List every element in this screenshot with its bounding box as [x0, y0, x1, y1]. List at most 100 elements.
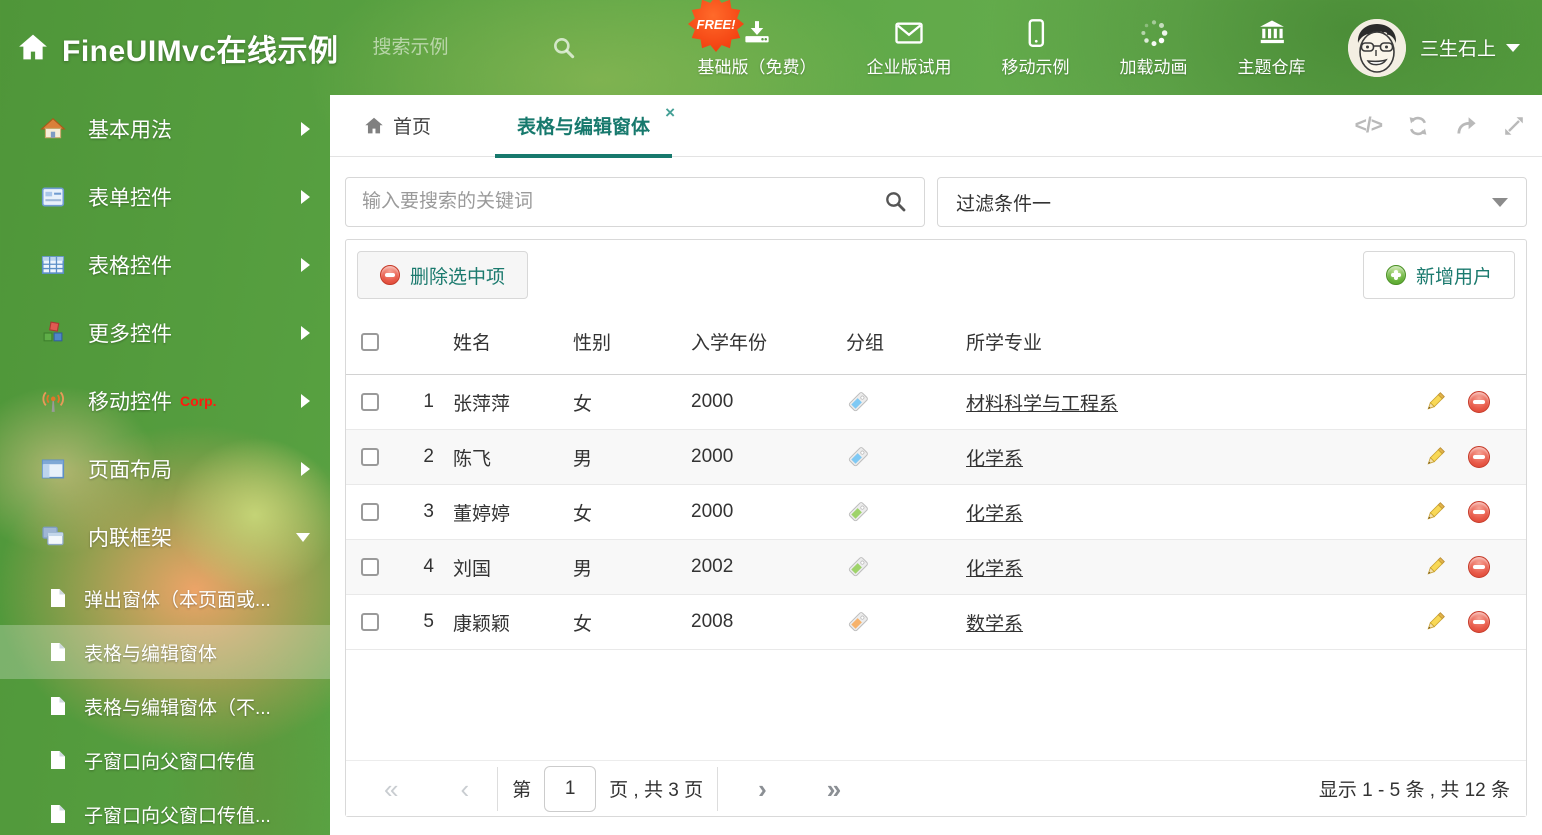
- row-year: 2000: [691, 446, 734, 467]
- sidebar-item-more-controls[interactable]: 更多控件: [0, 299, 330, 367]
- avatar: [1347, 18, 1406, 77]
- pagination-bar: « ‹ 第 页 , 共 3 页 › » 显示 1 - 5 条 , 共 12 条: [346, 760, 1526, 816]
- row-checkbox[interactable]: [361, 503, 379, 521]
- header-search-input[interactable]: [372, 36, 523, 59]
- add-user-button[interactable]: 新增用户: [1362, 251, 1515, 299]
- first-page-icon[interactable]: «: [384, 776, 398, 802]
- edit-pencil-icon[interactable]: [1423, 500, 1447, 524]
- share-icon[interactable]: [1454, 114, 1478, 138]
- major-link[interactable]: 数学系: [966, 609, 1023, 636]
- sidebar-item-page-layout[interactable]: 页面布局: [0, 435, 330, 503]
- plus-circle-icon: [1385, 265, 1406, 285]
- header-nav: 基础版（免费） 企业版试用 移动示例 加载动画 主题仓库: [673, 18, 1331, 78]
- major-link[interactable]: 化学系: [966, 499, 1023, 526]
- delete-row-icon[interactable]: [1468, 501, 1490, 523]
- col-name[interactable]: 姓名: [434, 328, 573, 355]
- brand[interactable]: FineUIMvc在线示例: [16, 26, 339, 70]
- tag-icon: [848, 447, 868, 467]
- sidebar-item-basic-usage[interactable]: 基本用法: [0, 95, 330, 163]
- sidebar-subitem-popup-window[interactable]: 弹出窗体（本页面或...: [0, 571, 330, 625]
- row-year: 2000: [691, 501, 734, 522]
- sidebar-subitem-child-to-parent[interactable]: 子窗口向父窗口传值: [0, 733, 330, 787]
- tab-bar: 首页 表格与编辑窗体 × </>: [330, 95, 1542, 158]
- sidebar-subitem-grid-edit-window-2[interactable]: 表格与编辑窗体（不...: [0, 679, 330, 733]
- row-index: 3: [423, 501, 434, 522]
- row-name: 张萍萍: [453, 393, 511, 415]
- refresh-icon[interactable]: [1406, 114, 1430, 138]
- major-link[interactable]: 材料科学与工程系: [966, 389, 1118, 416]
- home-icon: [19, 34, 47, 59]
- edit-pencil-icon[interactable]: [1423, 390, 1447, 414]
- row-index: 5: [423, 611, 434, 632]
- row-checkbox[interactable]: [361, 448, 379, 466]
- row-checkbox[interactable]: [361, 613, 379, 631]
- form-icon: [41, 187, 65, 207]
- next-page-icon[interactable]: ›: [758, 776, 767, 802]
- nav-loading-animation[interactable]: 加载动画: [1095, 18, 1213, 78]
- last-page-icon[interactable]: »: [827, 776, 841, 802]
- col-major[interactable]: 所学专业: [964, 328, 1423, 355]
- delete-row-icon[interactable]: [1468, 391, 1490, 413]
- download-icon: [745, 20, 769, 42]
- divider: [717, 766, 719, 811]
- select-all-checkbox[interactable]: [361, 332, 379, 351]
- user-menu[interactable]: 三生石上: [1347, 18, 1520, 77]
- row-name: 董婷婷: [453, 503, 511, 525]
- app-title: FineUIMvc在线示例: [62, 34, 339, 68]
- row-checkbox[interactable]: [361, 558, 379, 576]
- search-icon[interactable]: [551, 35, 577, 61]
- edit-pencil-icon[interactable]: [1423, 610, 1447, 634]
- filter-dropdown[interactable]: 过滤条件一: [937, 177, 1527, 227]
- tag-icon: [848, 557, 868, 577]
- chevron-right-icon: [301, 258, 310, 272]
- nav-mobile-demo[interactable]: 移动示例: [977, 18, 1095, 78]
- table-header: 姓名 性别 入学年份 分组 所学专业: [346, 309, 1526, 375]
- col-gender[interactable]: 性别: [573, 328, 691, 355]
- delete-row-icon[interactable]: [1468, 446, 1490, 468]
- sidebar-item-form-controls[interactable]: 表单控件: [0, 163, 330, 231]
- nav-enterprise-trial[interactable]: 企业版试用: [842, 18, 977, 78]
- view-source-icon[interactable]: </>: [1355, 114, 1383, 138]
- row-index: 1: [423, 391, 434, 412]
- keyword-search-input[interactable]: [362, 191, 884, 213]
- tab-home[interactable]: 首页: [363, 112, 431, 139]
- active-tab-indicator: [495, 153, 673, 158]
- sidebar-item-grid-controls[interactable]: 表格控件: [0, 231, 330, 299]
- page-number-input[interactable]: [544, 765, 597, 812]
- row-year: 2008: [691, 611, 734, 632]
- user-name: 三生石上: [1419, 39, 1496, 60]
- page-icon: [51, 805, 65, 823]
- sidebar-subitem-child-to-parent-2[interactable]: 子窗口向父窗口传值...: [0, 787, 330, 835]
- edit-pencil-icon[interactable]: [1423, 445, 1447, 469]
- chevron-down-icon: [1492, 197, 1508, 207]
- table-row: 5 康颖颖 女 2008 数学系: [346, 595, 1526, 650]
- major-link[interactable]: 化学系: [966, 444, 1023, 471]
- antenna-icon: [42, 391, 64, 412]
- home-icon: [365, 117, 383, 133]
- edit-pencil-icon[interactable]: [1423, 555, 1447, 579]
- col-group[interactable]: 分组: [846, 328, 964, 355]
- row-gender: 男: [573, 558, 593, 580]
- grid-toolbar: 删除选中项 新增用户: [346, 240, 1526, 309]
- spinner-icon: [1140, 19, 1167, 46]
- prev-page-icon[interactable]: ‹: [460, 776, 469, 802]
- sidebar-item-iframe[interactable]: 内联框架: [0, 503, 330, 571]
- nav-theme-repo[interactable]: 主题仓库: [1213, 18, 1331, 78]
- delete-selected-button[interactable]: 删除选中项: [357, 251, 529, 299]
- delete-row-icon[interactable]: [1468, 611, 1490, 633]
- sidebar: 基本用法 表单控件 表格控件 更多控件 移动控件 Corp. 页面布局 内联框架…: [0, 95, 330, 835]
- keyword-search-box: [345, 177, 925, 227]
- sidebar-item-mobile-controls[interactable]: 移动控件 Corp.: [0, 367, 330, 435]
- sidebar-subitem-grid-edit-window[interactable]: 表格与编辑窗体: [0, 625, 330, 679]
- minus-circle-icon: [380, 265, 400, 285]
- delete-row-icon[interactable]: [1468, 556, 1490, 578]
- major-link[interactable]: 化学系: [966, 554, 1023, 581]
- search-icon[interactable]: [884, 190, 908, 214]
- row-gender: 男: [573, 448, 593, 470]
- layout-icon: [41, 459, 65, 479]
- col-year[interactable]: 入学年份: [691, 328, 846, 355]
- fullscreen-icon[interactable]: [1502, 114, 1526, 138]
- close-icon[interactable]: ×: [665, 104, 675, 121]
- tab-grid-edit-window[interactable]: 表格与编辑窗体 ×: [495, 95, 675, 158]
- row-checkbox[interactable]: [361, 393, 379, 411]
